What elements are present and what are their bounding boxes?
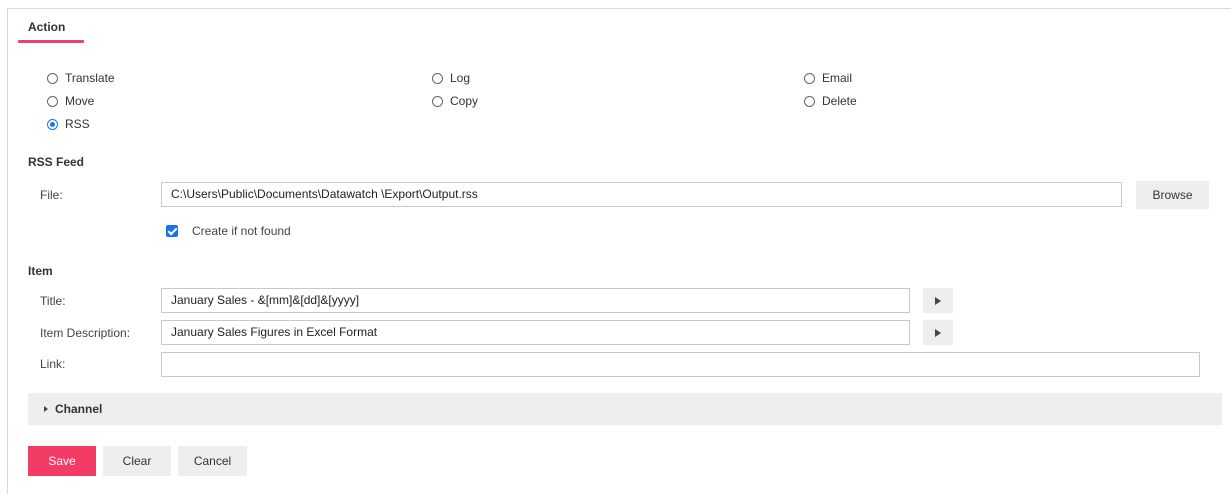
file-label: File: [40,188,63,202]
radio-copy[interactable]: Copy [432,93,478,109]
radio-email-label: Email [822,71,853,85]
create-checkbox-label: Create if not found [192,224,291,238]
radio-log-circle[interactable] [432,72,443,84]
radio-rss-circle[interactable] [47,118,58,130]
radio-move-label: Move [65,94,95,108]
clear-button[interactable]: Clear [103,446,171,476]
channel-section-toggle[interactable]: Channel [28,393,1222,425]
play-arrow-icon [935,296,941,305]
create-if-not-found[interactable]: Create if not found [166,224,291,238]
title-label: Title: [40,294,66,308]
radio-rss[interactable]: RSS [47,116,90,132]
radio-delete-label: Delete [822,94,857,108]
radio-move-circle[interactable] [47,95,58,107]
browse-button[interactable]: Browse [1136,181,1209,209]
radio-rss-label: RSS [65,117,90,131]
radio-email[interactable]: Email [804,70,852,86]
item-heading: Item [28,264,53,278]
rss-feed-heading: RSS Feed [28,155,85,169]
channel-label: Channel [55,402,103,416]
link-label: Link: [40,357,66,371]
radio-translate[interactable]: Translate [47,70,115,86]
save-button[interactable]: Save [28,446,96,476]
radio-translate-label: Translate [65,71,115,85]
title-input[interactable]: January Sales - &[mm]&[dd]&[yyyy] [161,288,910,313]
cancel-button[interactable]: Cancel [178,446,247,476]
radio-copy-label: Copy [450,94,479,108]
radio-copy-circle[interactable] [432,95,443,107]
tab-active-indicator [18,40,84,43]
radio-move[interactable]: Move [47,93,94,109]
radio-log[interactable]: Log [432,70,470,86]
radio-email-circle[interactable] [804,72,815,84]
radio-delete-circle[interactable] [804,95,815,107]
tab-action[interactable]: Action [28,20,65,34]
title-insert-button[interactable] [923,288,953,313]
radio-translate-circle[interactable] [47,72,58,84]
link-input[interactable] [161,352,1200,377]
radio-log-label: Log [450,71,471,85]
radio-delete[interactable]: Delete [804,93,857,109]
description-label: Item Description: [40,326,131,340]
description-input[interactable]: January Sales Figures in Excel Format [161,320,910,345]
caret-right-icon [44,406,48,412]
play-arrow-icon [935,328,941,337]
description-insert-button[interactable] [923,320,953,345]
create-checkbox[interactable] [166,225,178,237]
file-input[interactable]: C:\Users\Public\Documents\Datawatch \Exp… [161,182,1122,207]
